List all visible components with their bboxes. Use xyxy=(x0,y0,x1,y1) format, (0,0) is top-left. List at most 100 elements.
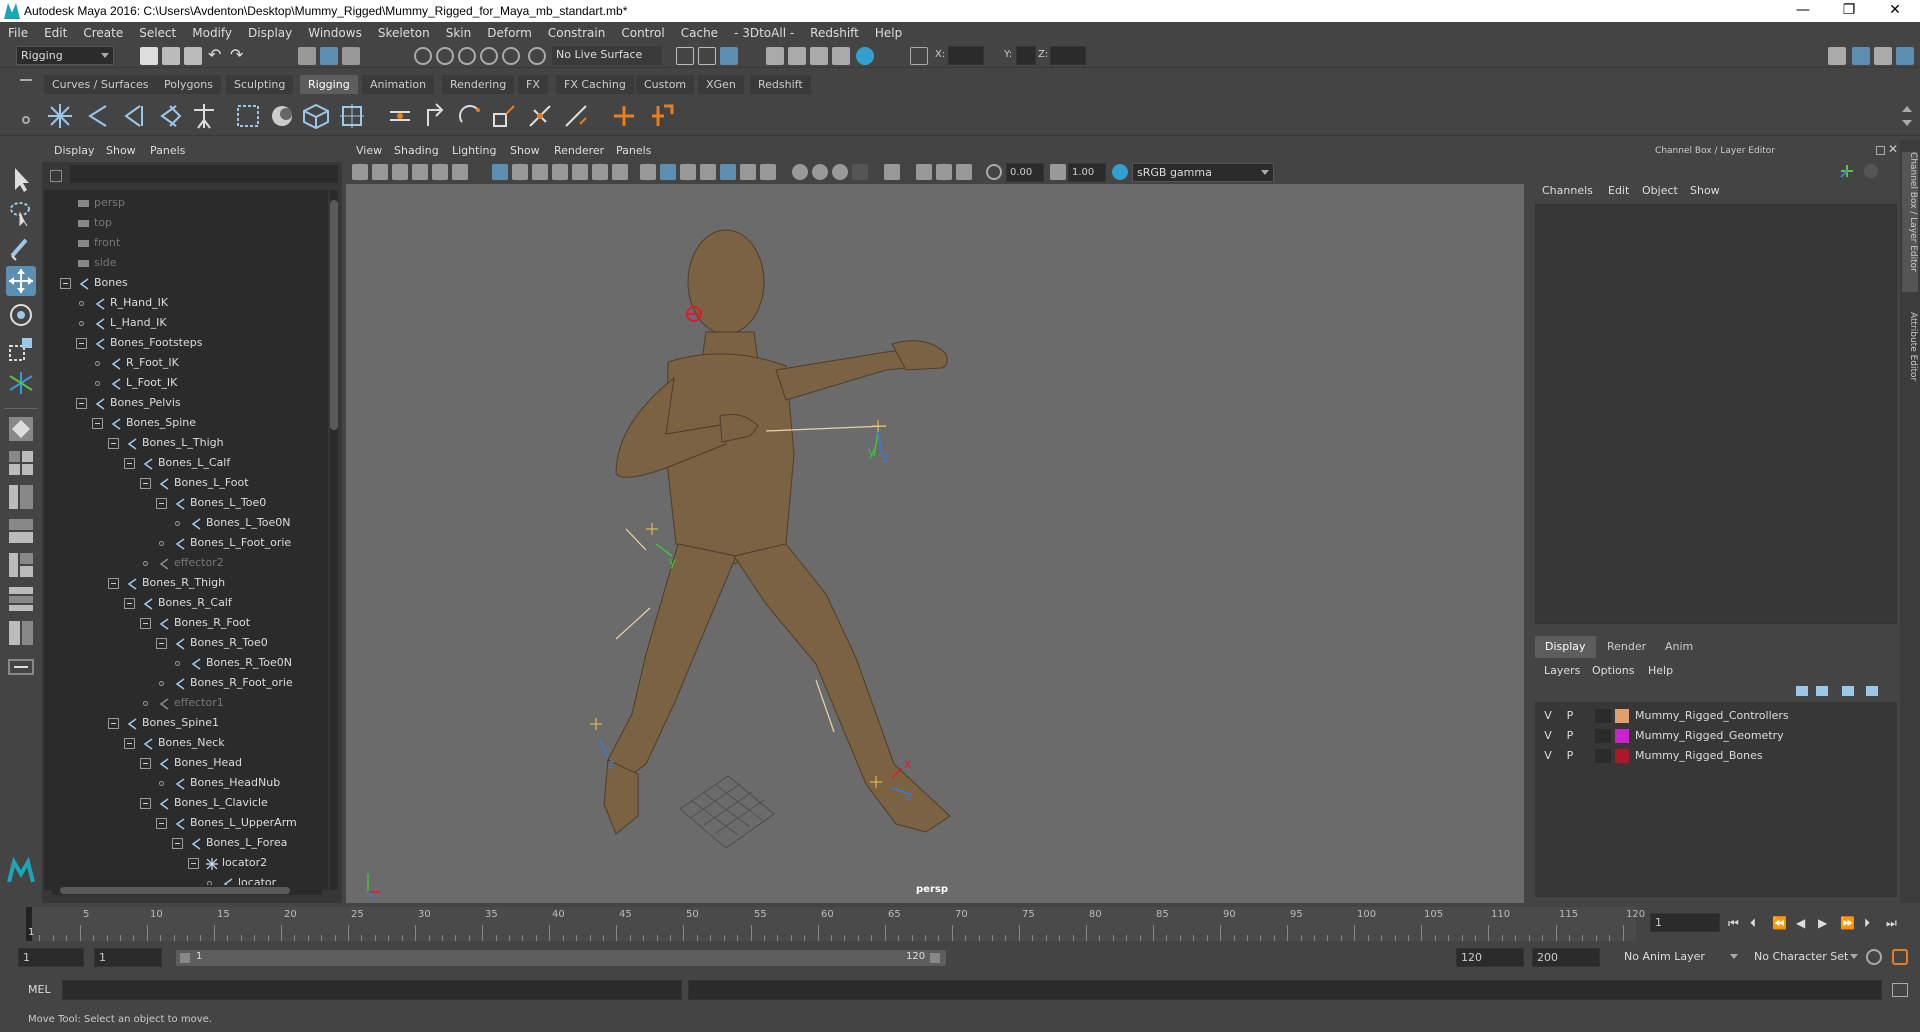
step-forward-key-icon[interactable]: ⏩ xyxy=(1840,916,1855,930)
range-end-handle[interactable] xyxy=(930,953,940,963)
shelf-tab-animation[interactable]: Animation xyxy=(362,75,435,94)
menu-file[interactable]: File xyxy=(0,26,36,40)
outliner-item[interactable]: persp xyxy=(44,193,328,213)
outliner-item[interactable]: Bones_R_Foot xyxy=(44,613,328,633)
outliner-item[interactable]: Bones_L_Foot_orie xyxy=(44,533,328,553)
paint-weights-icon[interactable] xyxy=(268,102,296,130)
outliner-item[interactable]: Bones_L_Toe0 xyxy=(44,493,328,513)
snap-surface-icon[interactable] xyxy=(502,47,520,65)
x-field[interactable] xyxy=(948,46,984,65)
shelf-settings-icon[interactable] xyxy=(22,116,30,124)
layer-tab-render[interactable]: Render xyxy=(1597,636,1656,658)
channel-box-settings-icon[interactable] xyxy=(1864,164,1878,178)
universal-manipulator-icon[interactable] xyxy=(6,368,36,398)
menu-select[interactable]: Select xyxy=(131,26,184,40)
collapse-toggle-icon[interactable] xyxy=(140,618,151,629)
float-panel-icon[interactable] xyxy=(1876,146,1885,155)
attribute-editor-toggle-icon[interactable] xyxy=(1896,47,1914,65)
outliner-item[interactable]: Bones_Spine1 xyxy=(44,713,328,733)
select-tool-icon[interactable] xyxy=(6,164,36,194)
ambient-occlusion-icon[interactable] xyxy=(792,164,808,180)
ik-handle-icon[interactable] xyxy=(156,102,184,130)
layer-playback-toggle[interactable]: P xyxy=(1561,726,1579,746)
resolution-gate-icon[interactable] xyxy=(532,164,548,180)
redo-icon[interactable]: ↷ xyxy=(230,47,248,65)
collapse-toggle-icon[interactable] xyxy=(172,838,183,849)
color-management-icon[interactable] xyxy=(1112,164,1128,180)
layer-visibility-toggle[interactable]: V xyxy=(1539,746,1557,766)
collapse-toggle-icon[interactable] xyxy=(76,398,87,409)
play-backward-icon[interactable]: ◀ xyxy=(1796,916,1805,930)
shelf-tab-sculpting[interactable]: Sculpting xyxy=(226,75,294,94)
outliner-item[interactable]: Bones_L_Thigh xyxy=(44,433,328,453)
auto-key-icon[interactable] xyxy=(1866,949,1882,965)
menuset-dropdown[interactable]: Rigging xyxy=(16,46,114,65)
step-forward-frame-icon[interactable]: ⏵ xyxy=(1864,916,1870,931)
point-constraint-icon[interactable] xyxy=(386,102,414,130)
move-layer-down-icon[interactable] xyxy=(1816,686,1828,696)
shelf-menu-icon[interactable] xyxy=(20,79,32,81)
layer-display-type[interactable] xyxy=(1595,729,1611,743)
select-component-icon[interactable] xyxy=(342,47,360,65)
shelf-scroll-down-icon[interactable] xyxy=(1902,120,1912,126)
outliner-item[interactable]: Bones_R_Toe0N xyxy=(44,653,328,673)
outliner-item[interactable]: effector2 xyxy=(44,553,328,573)
outliner-layout-icon[interactable] xyxy=(6,550,36,580)
textured-icon[interactable] xyxy=(720,164,736,180)
backface-icon[interactable] xyxy=(956,164,972,180)
shelf-tab-fx[interactable]: FX xyxy=(518,75,548,94)
xray-icon[interactable] xyxy=(700,164,716,180)
menu-edit[interactable]: Edit xyxy=(36,26,75,40)
menu-constrain[interactable]: Constrain xyxy=(540,26,614,40)
shelf-tab-rigging[interactable]: Rigging xyxy=(300,75,358,94)
cluster-icon[interactable] xyxy=(338,102,366,130)
play-forward-icon[interactable]: ▶ xyxy=(1818,916,1827,930)
layer-tab-display[interactable]: Display xyxy=(1535,636,1596,658)
rig-script-icon[interactable] xyxy=(648,102,676,130)
viewport-menu-lighting[interactable]: Lighting xyxy=(452,144,496,157)
live-surface-field[interactable]: No Live Surface xyxy=(552,46,662,65)
cb-menu-channels[interactable]: Channels xyxy=(1542,184,1593,197)
outliner-item[interactable]: Bones_Pelvis xyxy=(44,393,328,413)
viewport-menu-panels[interactable]: Panels xyxy=(616,144,651,157)
isolate-select-icon[interactable] xyxy=(884,164,900,180)
outliner-menu-show[interactable]: Show xyxy=(106,144,136,157)
persp-outliner-layout-icon[interactable] xyxy=(6,482,36,512)
layer-display-type[interactable] xyxy=(1595,709,1611,723)
rotate-tool-icon[interactable] xyxy=(6,300,36,330)
new-empty-layer-icon[interactable] xyxy=(1842,686,1854,696)
outliner-item[interactable]: Bones_L_Calf xyxy=(44,453,328,473)
outliner-item[interactable]: Bones_HeadNub xyxy=(44,773,328,793)
outliner-search-input[interactable] xyxy=(70,165,338,183)
shelf-tab-custom[interactable]: Custom xyxy=(636,75,695,94)
safe-action-icon[interactable] xyxy=(592,164,608,180)
layer-name[interactable]: Mummy_Rigged_Bones xyxy=(1635,746,1763,766)
character-set-dropdown[interactable]: No Character Set xyxy=(1750,948,1862,967)
go-to-end-icon[interactable]: ⏭ xyxy=(1886,916,1897,931)
layer-display-type[interactable] xyxy=(1595,749,1611,763)
layer-color-swatch[interactable] xyxy=(1615,749,1629,763)
ipr-render-icon[interactable] xyxy=(788,47,806,65)
outliner-menu-display[interactable]: Display xyxy=(54,144,95,157)
parent-constraint-icon[interactable] xyxy=(526,102,554,130)
bookmark-icon[interactable] xyxy=(392,164,408,180)
go-to-start-icon[interactable]: ⏮ xyxy=(1728,916,1739,931)
open-scene-icon[interactable] xyxy=(162,47,180,65)
outliner-item[interactable]: Bones_R_Calf xyxy=(44,593,328,613)
quick-rig-icon[interactable] xyxy=(190,102,218,130)
collapse-toggle-icon[interactable] xyxy=(156,638,167,649)
gate-mask-icon[interactable] xyxy=(552,164,568,180)
hypershade-icon[interactable] xyxy=(832,47,850,65)
viewport-menu-renderer[interactable]: Renderer xyxy=(554,144,604,157)
xray-joints-icon[interactable] xyxy=(916,164,932,180)
outliner-item[interactable]: side xyxy=(44,253,328,273)
collapse-toggle-icon[interactable] xyxy=(140,758,151,769)
minimize-button[interactable]: — xyxy=(1780,0,1826,22)
menu-create[interactable]: Create xyxy=(75,26,131,40)
layer-row[interactable]: V P Mummy_Rigged_Geometry xyxy=(1535,726,1897,746)
scale-tool-icon[interactable] xyxy=(6,334,36,364)
undo-icon[interactable]: ↶ xyxy=(208,47,226,65)
gamma-icon[interactable] xyxy=(1050,164,1066,180)
collapse-toggle-icon[interactable] xyxy=(156,498,167,509)
close-button[interactable]: ✕ xyxy=(1872,0,1918,22)
